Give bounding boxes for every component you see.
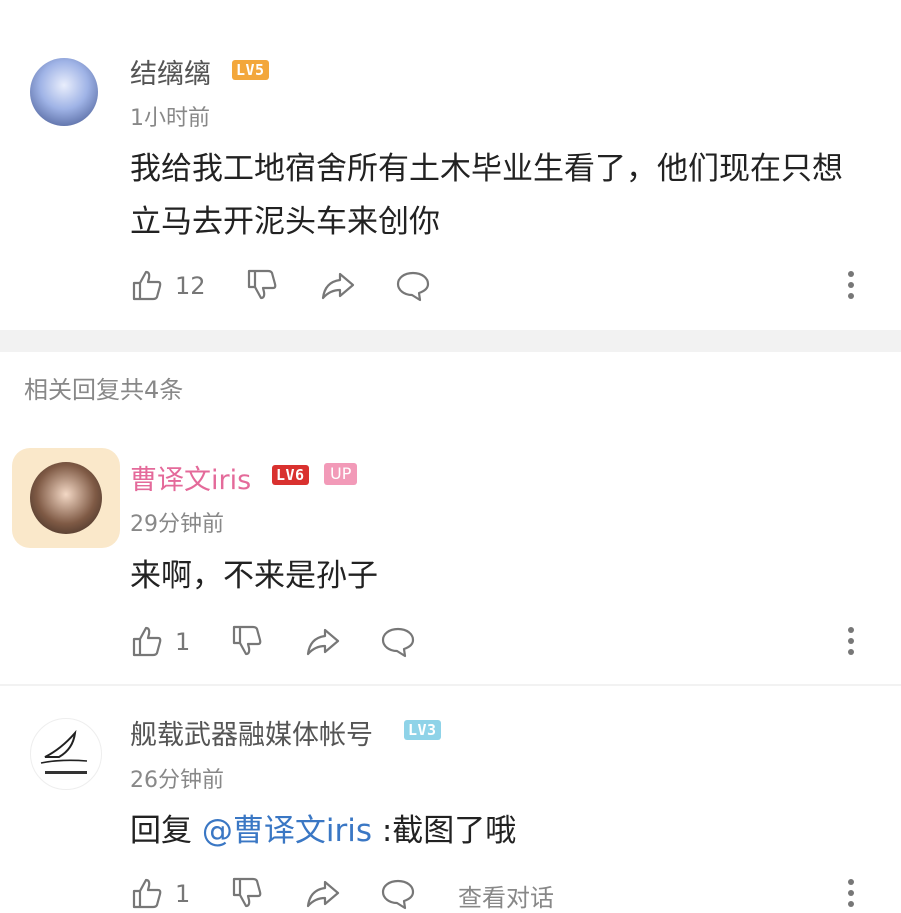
like-count: 1 xyxy=(175,880,191,908)
comment-time: 1小时前 xyxy=(130,106,210,131)
comment-text: 回复 @曹译文iris :截图了哦 xyxy=(130,805,870,858)
avatar[interactable] xyxy=(30,718,102,790)
level-badge: LV6 xyxy=(272,465,309,485)
comment-time: 29分钟前 xyxy=(130,512,224,537)
comment-time: 26分钟前 xyxy=(130,768,224,793)
replies-header: 相关回复共4条 xyxy=(24,376,184,404)
level-badge: LV3 xyxy=(404,720,441,740)
thumbs-up-icon[interactable] xyxy=(130,268,164,302)
mention-link[interactable]: @曹译文iris xyxy=(202,813,372,849)
level-badge: LV5 xyxy=(232,60,269,80)
avatar[interactable] xyxy=(30,462,102,534)
reply-body: :截图了哦 xyxy=(371,813,517,849)
comment-text: 我给我工地宿舍所有土木毕业生看了，他们现在只想立马去开泥头车来创你 xyxy=(130,151,843,240)
thumbs-up-icon[interactable] xyxy=(130,876,164,910)
section-divider xyxy=(0,330,901,352)
comment-icon[interactable] xyxy=(380,626,416,658)
comment-icon[interactable] xyxy=(395,270,431,302)
share-icon[interactable] xyxy=(305,878,341,910)
username[interactable]: 结缡缡 xyxy=(130,52,211,91)
reply-prefix: 回复 xyxy=(130,813,192,849)
username[interactable]: 曹译文iris xyxy=(130,458,251,497)
comment-text: 来啊，不来是孙子 xyxy=(130,558,378,594)
thumbs-up-icon[interactable] xyxy=(130,624,164,658)
avatar[interactable] xyxy=(30,58,98,126)
comment-icon[interactable] xyxy=(380,878,416,910)
share-icon[interactable] xyxy=(305,626,341,658)
thumbs-down-icon[interactable] xyxy=(230,876,264,910)
view-conversation-link[interactable]: 查看对话 xyxy=(458,878,554,913)
thumbs-down-icon[interactable] xyxy=(230,624,264,658)
share-icon[interactable] xyxy=(320,270,356,302)
more-options-icon[interactable] xyxy=(846,626,856,656)
reply-divider xyxy=(0,684,901,686)
like-count: 1 xyxy=(175,628,191,656)
more-options-icon[interactable] xyxy=(846,270,856,300)
feather-logo-icon xyxy=(40,729,88,774)
more-options-icon[interactable] xyxy=(846,878,856,908)
up-badge: UP xyxy=(324,463,358,485)
like-count: 12 xyxy=(175,272,206,300)
username[interactable]: 舰载武器融媒体帐号 xyxy=(130,713,373,752)
thumbs-down-icon[interactable] xyxy=(245,268,279,302)
